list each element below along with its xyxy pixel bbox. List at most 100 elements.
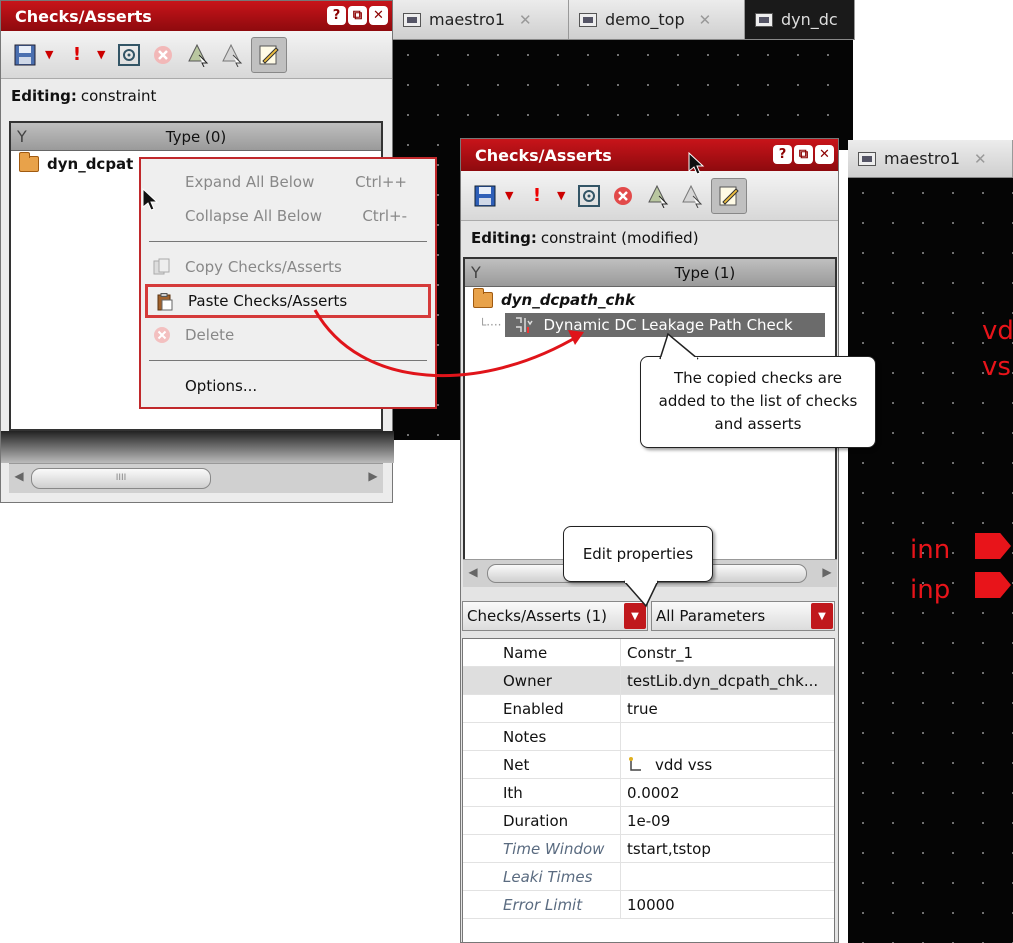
property-row-leaki-times[interactable]: Leaki Times (463, 863, 834, 891)
add-check-icon[interactable]: ! (523, 182, 551, 210)
callout-copied-checks: The copied checks are added to the list … (640, 356, 876, 448)
close-icon[interactable]: ✕ (699, 11, 712, 29)
property-value[interactable]: testLib.dyn_dcpath_chk... (621, 672, 818, 690)
panel-toolbar: ▼ ! ▼ (1, 31, 392, 79)
close-icon[interactable]: ✕ (519, 11, 532, 29)
menu-item-shortcut: Ctrl++ (355, 173, 407, 191)
tab-dyn-dc[interactable]: dyn_dc (745, 0, 855, 39)
editing-status: Editing: constraint (1, 79, 392, 113)
property-row-net[interactable]: Net vdd vss (463, 751, 834, 779)
tree-column-header[interactable]: Y Type (0) (11, 123, 381, 151)
menu-item-label: Options... (185, 377, 258, 395)
menu-item-collapse-all[interactable]: Collapse All Below Ctrl+- (141, 199, 435, 233)
property-name: Error Limit (463, 891, 621, 918)
property-row-duration[interactable]: Duration 1e-09 (463, 807, 834, 835)
run-all-icon[interactable] (677, 182, 705, 210)
help-icon[interactable]: ? (327, 6, 346, 25)
chevron-down-icon[interactable]: ▼ (97, 48, 109, 61)
property-value[interactable]: 10000 (621, 896, 675, 914)
editor-tab-bar: maestro1 ✕ demo_top ✕ dyn_dc (393, 0, 855, 40)
panel-title-bar[interactable]: Checks/Asserts ? ⧉ ✕ (461, 139, 838, 171)
run-check-icon[interactable] (643, 182, 671, 210)
help-icon[interactable]: ? (773, 145, 792, 164)
property-row-ith[interactable]: Ith 0.0002 (463, 779, 834, 807)
property-row-time-window[interactable]: Time Window tstart,tstop (463, 835, 834, 863)
float-icon[interactable]: ⧉ (348, 6, 367, 25)
menu-item-copy[interactable]: Copy Checks/Asserts (141, 250, 435, 284)
stop-icon[interactable] (609, 182, 637, 210)
run-check-icon[interactable] (183, 41, 211, 69)
property-row-notes[interactable]: Notes (463, 723, 834, 751)
callout-pointer-edit (623, 580, 659, 608)
property-name: Time Window (463, 835, 621, 862)
edit-properties-icon[interactable] (251, 36, 287, 73)
scrollbar-thumb[interactable]: IIII (31, 468, 211, 489)
target-icon[interactable] (575, 182, 603, 210)
chevron-down-icon[interactable]: ▼ (811, 603, 833, 629)
save-icon[interactable] (11, 41, 39, 69)
add-check-icon[interactable]: ! (63, 41, 91, 69)
schematic-canvas-top[interactable] (393, 40, 853, 150)
property-value[interactable]: Constr_1 (621, 644, 693, 662)
menu-item-label: Delete (185, 326, 235, 344)
tab-demo-top[interactable]: demo_top ✕ (569, 0, 745, 39)
net-label-vss: vs (982, 352, 1011, 382)
editing-value: constraint (modified) (540, 229, 699, 247)
property-value[interactable]: 0.0002 (621, 784, 680, 802)
property-row-name[interactable]: Name Constr_1 (463, 639, 834, 667)
menu-item-label: Expand All Below (185, 173, 315, 191)
selector-label: Checks/Asserts (1) (467, 607, 608, 625)
close-icon[interactable]: ✕ (815, 145, 834, 164)
editing-value: constraint (80, 87, 157, 105)
panel-shadow-area (1, 431, 394, 463)
property-name: Name (463, 639, 621, 666)
scroll-right-icon[interactable]: ▶ (365, 467, 381, 485)
parameters-selector[interactable]: All Parameters ▼ (651, 601, 835, 631)
filter-icon[interactable]: Y (471, 263, 481, 282)
save-icon[interactable] (471, 182, 499, 210)
menu-item-label: Copy Checks/Asserts (185, 258, 342, 276)
tab-maestro1[interactable]: maestro1 ✕ (393, 0, 569, 39)
filter-icon[interactable]: Y (17, 127, 27, 146)
menu-item-expand-all[interactable]: Expand All Below Ctrl++ (141, 165, 435, 199)
scroll-grip: IIII (115, 473, 127, 483)
close-icon[interactable]: ✕ (369, 6, 388, 25)
run-all-icon[interactable] (217, 41, 245, 69)
property-row-error-limit[interactable]: Error Limit 10000 (463, 891, 834, 919)
delete-icon (154, 327, 170, 343)
mouse-cursor-icon (688, 152, 705, 175)
callout-edit-properties: Edit properties (563, 526, 713, 582)
scroll-left-icon[interactable]: ◀ (465, 563, 481, 581)
chevron-down-icon[interactable]: ▼ (505, 189, 517, 202)
scroll-left-icon[interactable]: ◀ (11, 467, 27, 485)
net-label-vdd: vd (982, 316, 1013, 346)
property-row-owner[interactable]: Owner testLib.dyn_dcpath_chk... (463, 667, 834, 695)
property-value[interactable]: tstart,tstop (621, 840, 711, 858)
stop-icon[interactable] (149, 41, 177, 69)
target-icon[interactable] (115, 41, 143, 69)
panel-title-bar[interactable]: Checks/Asserts ? ⧉ ✕ (1, 1, 392, 31)
edit-properties-icon[interactable] (711, 177, 747, 214)
close-icon[interactable]: ✕ (974, 150, 987, 168)
menu-item-label: Collapse All Below (185, 207, 323, 225)
property-row-enabled[interactable]: Enabled true (463, 695, 834, 723)
copy-icon (153, 258, 170, 275)
maestro-icon (403, 12, 421, 27)
tab-maestro1-right[interactable]: maestro1 ✕ (848, 140, 1013, 177)
chevron-down-icon[interactable]: ▼ (557, 189, 569, 202)
property-value: vdd vss (655, 755, 713, 774)
menu-separator (149, 241, 427, 242)
tab-label: demo_top (605, 10, 685, 29)
tab-label: maestro1 (429, 10, 506, 29)
tree-column-header[interactable]: Y Type (1) (465, 259, 835, 287)
property-value[interactable]: 1e-09 (621, 812, 670, 830)
property-value[interactable]: true (621, 700, 658, 718)
horizontal-scrollbar[interactable]: ◀ IIII ▶ (9, 463, 383, 493)
chevron-down-icon[interactable]: ▼ (45, 48, 57, 61)
callout-text: Edit properties (582, 545, 694, 563)
property-value-wrap[interactable]: vdd vss (621, 756, 712, 774)
scroll-right-icon[interactable]: ▶ (819, 563, 835, 581)
tree-item-label: dyn_dcpat (47, 154, 134, 173)
property-name: Ith (463, 779, 621, 806)
float-icon[interactable]: ⧉ (794, 145, 813, 164)
